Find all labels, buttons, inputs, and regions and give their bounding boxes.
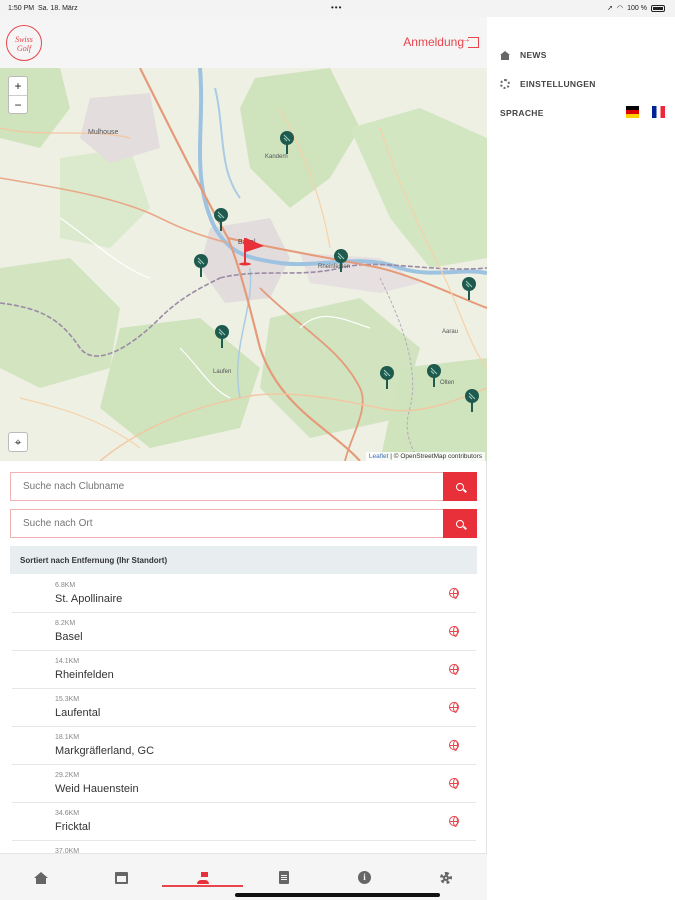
club-name: Fricktal <box>55 821 91 833</box>
list-item[interactable]: 15.3KM Laufental <box>12 689 476 727</box>
battery-icon <box>651 4 665 12</box>
document-icon <box>278 871 289 884</box>
status-date: Sa. 18. März <box>37 5 78 12</box>
login-button[interactable]: Anmeldung <box>403 34 479 49</box>
status-bar: 1:50 PM Sa. 18. März ••• ➚ ◠ 100 % <box>0 0 675 17</box>
place-search-box <box>10 509 477 538</box>
list-item[interactable]: 8.2KM Basel <box>12 613 476 651</box>
login-icon <box>461 34 479 48</box>
calendar-icon <box>115 871 128 884</box>
golf-flag-icon <box>196 871 209 884</box>
app-panel: Swiss Golf Anmeldung → Mulhouse Kandern … <box>0 17 487 900</box>
globe-icon[interactable] <box>449 740 459 751</box>
osm-attribution[interactable]: | © OpenStreetMap contributors <box>390 453 482 460</box>
french-flag-icon[interactable] <box>652 106 665 118</box>
app-header: Swiss Golf Anmeldung <box>0 17 487 68</box>
side-menu-settings-label: EINSTELLUNGEN <box>520 79 596 89</box>
map-label-olten: Olten <box>440 380 454 386</box>
club-distance: 15.3KM <box>55 696 80 703</box>
map-attribution: Leaflet | © OpenStreetMap contributors <box>365 452 485 461</box>
globe-icon[interactable] <box>449 664 459 675</box>
club-name: Laufental <box>55 707 101 719</box>
list-item[interactable]: 6.8KM St. Apollinaire <box>12 575 476 613</box>
place-search-input[interactable] <box>11 510 441 537</box>
place-search-button[interactable] <box>443 509 477 538</box>
status-time: 1:50 PM <box>8 5 35 12</box>
zoom-in-button[interactable]: + <box>9 77 27 95</box>
zoom-control: + − <box>8 76 28 114</box>
club-name: Weid Hauenstein <box>55 783 139 795</box>
list-item[interactable]: 34.6KM Fricktal <box>12 803 476 841</box>
club-list[interactable]: 6.8KM St. Apollinaire 8.2KM Basel 14.1KM Rhei… <box>12 575 476 853</box>
wifi-icon: ◠ <box>617 5 624 12</box>
club-distance: 34.6KM <box>55 810 80 817</box>
map-label-mulhouse: Mulhouse <box>88 129 118 136</box>
club-search-input[interactable] <box>11 473 441 500</box>
search-icon <box>456 482 464 491</box>
map-label-aarau: Aarau <box>442 329 458 335</box>
search-icon <box>456 519 464 528</box>
german-flag-icon[interactable] <box>626 106 639 118</box>
home-icon <box>33 871 48 884</box>
club-distance: 29.2KM <box>55 772 80 779</box>
nav-calendar[interactable] <box>81 854 162 900</box>
side-menu-news-label: NEWS <box>520 50 547 60</box>
map-label-rheinfelden: Rheinfelden <box>318 264 350 270</box>
club-name: Basel <box>55 631 83 643</box>
club-search-button[interactable] <box>443 472 477 501</box>
club-distance: 6.8KM <box>55 582 76 589</box>
gear-icon <box>500 79 510 89</box>
club-distance: 18.1KM <box>55 734 80 741</box>
globe-icon[interactable] <box>449 588 459 599</box>
home-indicator[interactable] <box>235 893 440 897</box>
location-icon: ➚ <box>607 5 614 12</box>
zoom-out-button[interactable]: − <box>9 95 27 113</box>
map-tiles: Mulhouse Kandern Basel Rheinfelden Laufe… <box>0 68 487 461</box>
nav-home[interactable] <box>0 854 81 900</box>
info-icon: i <box>358 871 371 884</box>
leaflet-link[interactable]: Leaflet <box>369 453 389 460</box>
battery-label: 100 % <box>627 4 647 12</box>
home-icon <box>500 51 510 60</box>
side-menu-settings[interactable]: EINSTELLUNGEN <box>500 79 596 89</box>
side-menu: NEWS EINSTELLUNGEN SPRACHE <box>488 17 675 900</box>
side-menu-news[interactable]: NEWS <box>500 50 547 60</box>
list-item[interactable]: 29.2KM Weid Hauenstein <box>12 765 476 803</box>
list-item[interactable]: 14.1KM Rheinfelden <box>12 651 476 689</box>
login-label: Anmeldung <box>403 35 464 49</box>
list-item[interactable]: 18.1KM Markgräflerland, GC <box>12 727 476 765</box>
club-distance: 14.1KM <box>55 658 80 665</box>
list-item[interactable]: 37.0KM <box>12 841 476 853</box>
sort-label: Sortiert nach Entfernung (Ihr Standort) <box>10 546 477 574</box>
globe-icon[interactable] <box>449 778 459 789</box>
crosshair-icon: ⌖ <box>14 435 22 449</box>
nav-clubs[interactable] <box>162 854 243 900</box>
locate-me-button[interactable]: ⌖ <box>8 432 28 452</box>
globe-icon[interactable] <box>449 702 459 713</box>
language-label: SPRACHE <box>500 108 544 118</box>
club-distance: 8.2KM <box>55 620 76 627</box>
club-map[interactable]: Mulhouse Kandern Basel Rheinfelden Laufe… <box>0 68 487 461</box>
club-name: Markgräflerland, GC <box>55 745 155 757</box>
club-name: Rheinfelden <box>55 669 114 681</box>
gear-icon <box>439 871 452 884</box>
globe-icon[interactable] <box>449 626 459 637</box>
globe-icon[interactable] <box>449 816 459 827</box>
club-name: St. Apollinaire <box>55 593 123 605</box>
multitasking-dots-icon[interactable]: ••• <box>331 3 342 12</box>
map-label-laufen: Laufen <box>213 369 231 375</box>
swiss-golf-logo[interactable]: Swiss Golf <box>6 25 42 61</box>
map-label-kandern: Kandern <box>265 154 288 160</box>
club-search-box <box>10 472 477 501</box>
